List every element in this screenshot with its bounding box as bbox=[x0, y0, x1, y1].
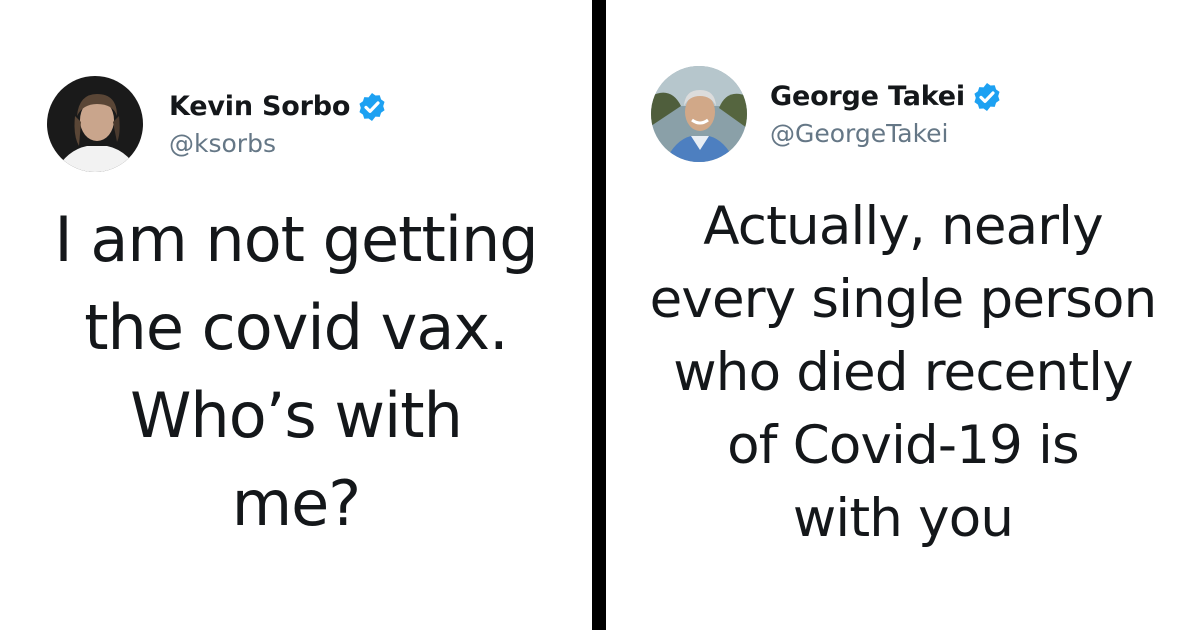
display-name[interactable]: Kevin Sorbo bbox=[169, 91, 350, 122]
tweet-text-line: Who’s with bbox=[130, 379, 463, 452]
tweet-text-line: every single person bbox=[649, 269, 1158, 330]
tweet-comparison-image: Kevin Sorbo @ksorbs I am not getting the… bbox=[0, 0, 1200, 630]
author-names: George Takei @GeorgeTakei bbox=[770, 81, 1003, 148]
tweet-text-line: me? bbox=[231, 467, 361, 540]
panel-divider bbox=[592, 0, 606, 630]
verified-badge-icon bbox=[971, 81, 1003, 113]
right-tweet-card: George Takei @GeorgeTakei Actually, near… bbox=[606, 0, 1200, 630]
user-handle[interactable]: @GeorgeTakei bbox=[770, 119, 1003, 148]
tweet-text-line: Actually, nearly bbox=[703, 196, 1103, 257]
tweet-text-line: who died recently bbox=[673, 342, 1133, 403]
avatar[interactable] bbox=[651, 66, 747, 162]
tweet-text: I am not getting the covid vax. Who’s wi… bbox=[0, 196, 592, 548]
tweet-text-line: the covid vax. bbox=[84, 291, 509, 364]
tweet-text-line: I am not getting bbox=[54, 203, 538, 276]
user-handle[interactable]: @ksorbs bbox=[169, 129, 388, 158]
tweet-author-header: George Takei @GeorgeTakei bbox=[651, 66, 1003, 162]
tweet-author-header: Kevin Sorbo @ksorbs bbox=[47, 76, 388, 172]
tweet-text: Actually, nearly every single person who… bbox=[606, 190, 1200, 555]
tweet-text-line: with you bbox=[792, 488, 1014, 549]
name-row: Kevin Sorbo bbox=[169, 91, 388, 123]
tweet-text-line: of Covid-19 is bbox=[727, 415, 1079, 476]
name-row: George Takei bbox=[770, 81, 1003, 113]
left-tweet-card: Kevin Sorbo @ksorbs I am not getting the… bbox=[0, 0, 592, 630]
display-name[interactable]: George Takei bbox=[770, 81, 965, 112]
avatar-photo-icon bbox=[651, 66, 747, 162]
avatar[interactable] bbox=[47, 76, 143, 172]
author-names: Kevin Sorbo @ksorbs bbox=[169, 91, 388, 158]
avatar-photo-icon bbox=[47, 76, 143, 172]
verified-badge-icon bbox=[356, 91, 388, 123]
